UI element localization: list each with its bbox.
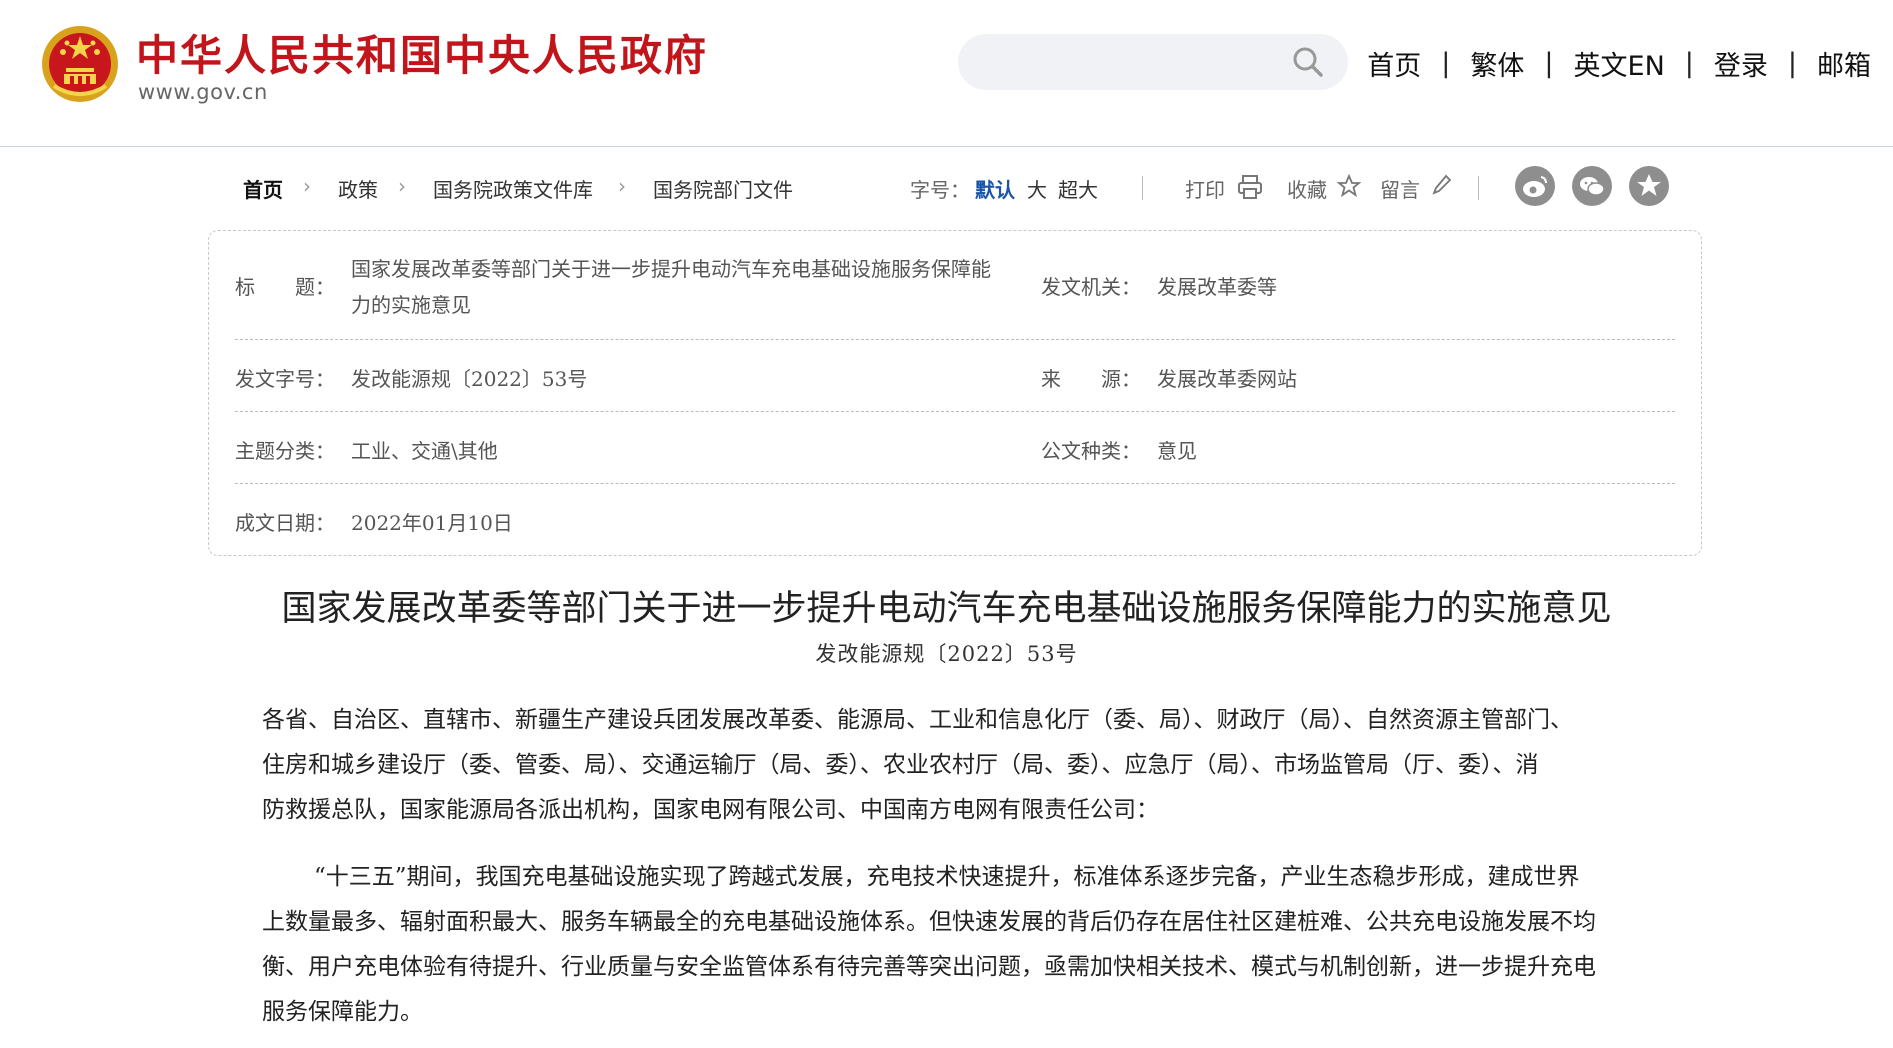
date-label: 成文日期： xyxy=(235,511,335,535)
nav-traditional[interactable]: 繁体 xyxy=(1470,44,1524,83)
nav-separator: | xyxy=(1684,48,1694,79)
paragraph-line: 衡、用户充电体验有待提升、行业质量与安全监管体系有待完善等突出问题，亟需加快相关… xyxy=(262,954,1596,980)
weibo-icon[interactable] xyxy=(1515,166,1555,206)
issuer-label: 发文机关： xyxy=(1041,275,1141,299)
paragraph-line: 各省、自治区、直辖市、新疆生产建设兵团发展改革委、能源局、工业和信息化厅（委、局… xyxy=(262,707,1573,733)
search-box[interactable] xyxy=(958,34,1348,90)
row-divider xyxy=(235,339,1675,340)
site-header: 中华人民共和国中央人民政府 www.gov.cn 首页 | 繁体 | 英文EN … xyxy=(0,0,1893,147)
font-size-label: 字号： xyxy=(910,178,970,202)
site-url: www.gov.cn xyxy=(138,80,268,104)
national-emblem-logo[interactable] xyxy=(40,24,120,104)
chevron-right-icon: › xyxy=(618,174,626,198)
star-outline-icon[interactable] xyxy=(1337,174,1361,198)
nav-home[interactable]: 首页 xyxy=(1367,44,1421,83)
nav-separator: | xyxy=(1544,48,1554,79)
title-value-line1: 国家发展改革委等部门关于进一步提升电动汽车充电基础设施服务保障能 xyxy=(351,257,991,281)
date-value: 2022年01月10日 xyxy=(351,511,513,535)
font-size-large[interactable]: 大 xyxy=(1027,174,1047,203)
article-title: 国家发展改革委等部门关于进一步提升电动汽车充电基础设施服务保障能力的实施意见 xyxy=(281,589,1612,629)
nav-separator: | xyxy=(1787,48,1797,79)
document-info-panel: 标 题： 国家发展改革委等部门关于进一步提升电动汽车充电基础设施服务保障能 力的… xyxy=(208,230,1702,556)
doc-number-label: 发文字号： xyxy=(235,367,335,391)
source-value: 发展改革委网站 xyxy=(1157,367,1297,391)
paragraph-line: 防救援总队，国家能源局各派出机构，国家电网有限公司、中国南方电网有限责任公司： xyxy=(262,797,1159,823)
chevron-right-icon: › xyxy=(398,174,406,198)
nav-english[interactable]: 英文EN xyxy=(1574,44,1665,83)
printer-icon[interactable] xyxy=(1237,174,1263,200)
top-nav: 首页 | 繁体 | 英文EN | 登录 | 邮箱 xyxy=(1367,44,1871,83)
search-icon[interactable] xyxy=(1292,46,1324,78)
doc-type-label: 公文种类： xyxy=(1041,439,1141,463)
nav-separator: | xyxy=(1441,48,1451,79)
title-label: 标 题： xyxy=(235,275,335,299)
comment-label[interactable]: 留言 xyxy=(1380,174,1420,203)
doc-number-value: 发改能源规〔2022〕53号 xyxy=(351,367,588,391)
divider xyxy=(1478,176,1479,200)
paragraph-line: 上数量最多、辐射面积最大、服务车辆最全的充电基础设施体系。但快速发展的背后仍存在… xyxy=(262,909,1596,935)
doc-type-value: 意见 xyxy=(1157,439,1197,463)
category-label: 主题分类： xyxy=(235,439,335,463)
nav-mailbox[interactable]: 邮箱 xyxy=(1817,44,1871,83)
article-paragraph-recipients: 各省、自治区、直辖市、新疆生产建设兵团发展改革委、能源局、工业和信息化厅（委、局… xyxy=(262,698,1652,833)
star-icon[interactable] xyxy=(1629,166,1669,206)
breadcrumb-policy-library[interactable]: 国务院政策文件库 xyxy=(433,174,593,203)
breadcrumb-department-docs[interactable]: 国务院部门文件 xyxy=(653,174,793,203)
font-size-default[interactable]: 默认 xyxy=(975,174,1015,203)
breadcrumb-policy[interactable]: 政策 xyxy=(338,174,378,203)
issuer-value: 发展改革委等 xyxy=(1157,275,1277,299)
title-value-line2: 力的实施意见 xyxy=(351,293,471,317)
row-divider xyxy=(235,483,1675,484)
article-doc-number: 发改能源规〔2022〕53号 xyxy=(815,642,1078,666)
breadcrumb-home[interactable]: 首页 xyxy=(243,174,283,203)
font-size-xlarge[interactable]: 超大 xyxy=(1058,174,1098,203)
site-title[interactable]: 中华人民共和国中央人民政府 xyxy=(136,22,708,83)
paragraph-line: 服务保障能力。 xyxy=(262,999,423,1025)
paragraph-line: 住房和城乡建设厅（委、管委、局）、交通运输厅（局、委）、农业农村厅（局、委）、应… xyxy=(262,752,1539,778)
divider xyxy=(1142,176,1143,200)
print-label[interactable]: 打印 xyxy=(1185,174,1225,203)
row-divider xyxy=(235,411,1675,412)
favorite-label[interactable]: 收藏 xyxy=(1287,174,1327,203)
pencil-icon[interactable] xyxy=(1432,174,1452,196)
search-input[interactable] xyxy=(978,44,1282,82)
article-paragraph-background: “十三五”期间，我国充电基础设施实现了跨越式发展，充电技术快速提升，标准体系逐步… xyxy=(262,855,1652,1035)
chevron-right-icon: › xyxy=(303,174,311,198)
wechat-icon[interactable] xyxy=(1572,166,1612,206)
source-label: 来 源： xyxy=(1041,367,1141,391)
nav-login[interactable]: 登录 xyxy=(1714,44,1768,83)
category-value: 工业、交通\其他 xyxy=(351,439,498,463)
paragraph-line: “十三五”期间，我国充电基础设施实现了跨越式发展，充电技术快速提升，标准体系逐步… xyxy=(314,864,1580,890)
